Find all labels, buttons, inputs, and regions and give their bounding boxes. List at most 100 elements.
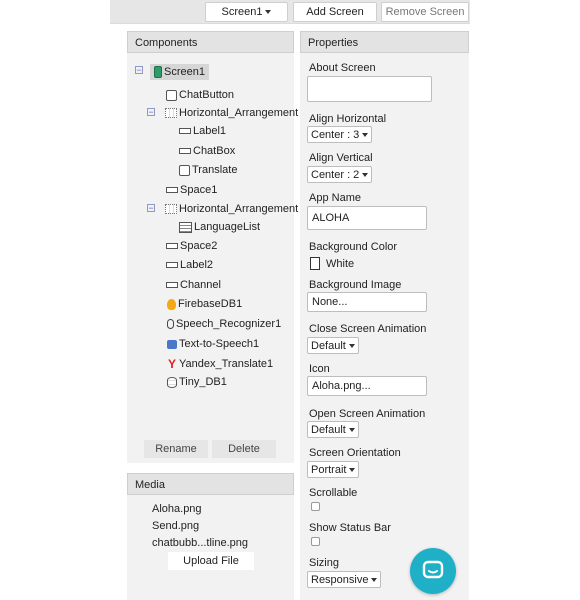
open-screen-animation-value: Default <box>311 423 346 436</box>
media-file[interactable]: Aloha.png <box>152 503 202 515</box>
properties-header: Properties <box>300 31 469 53</box>
screen-select[interactable]: Screen1 <box>205 2 288 22</box>
align-horizontal-value: Center : 3 <box>311 128 360 141</box>
label-icon <box>166 282 178 288</box>
collapse-screen1-icon[interactable]: − <box>135 66 143 75</box>
tree-item-label: ChatBox <box>193 145 236 157</box>
listpicker-icon <box>179 221 192 233</box>
tree-item-space2[interactable]: Space2 <box>166 240 217 252</box>
tree-item-label1[interactable]: Label1 <box>179 125 226 137</box>
media-file[interactable]: chatbubb...tline.png <box>152 537 248 549</box>
tree-item-chatbox[interactable]: ChatBox <box>179 145 235 157</box>
align-vertical-select[interactable]: Center : 2 <box>307 166 373 183</box>
media-header: Media <box>127 473 294 495</box>
chevron-down-icon <box>371 577 378 582</box>
app-name-input[interactable]: ALOHA <box>307 206 427 230</box>
tree-item-label: LanguageList <box>194 221 261 233</box>
rename-button[interactable]: Rename <box>144 440 208 458</box>
tree-item-tiny-db1[interactable]: Tiny_DB1 <box>167 376 227 388</box>
tree-item-languagelist[interactable]: LanguageList <box>179 221 260 233</box>
chevron-down-icon <box>265 10 272 14</box>
show-status-bar-label: Show Status Bar <box>309 522 391 534</box>
tree-item-label: ChatButton <box>179 89 235 101</box>
align-vertical-value: Center : 2 <box>311 168 360 181</box>
tree-item-screen1[interactable]: Screen1 <box>150 64 209 80</box>
components-header: Components <box>127 31 294 53</box>
app-name-label: App Name <box>309 192 361 204</box>
tree-item-translate[interactable]: Translate <box>179 164 237 176</box>
color-swatch[interactable] <box>310 257 320 270</box>
tree-item-label: Space2 <box>180 240 218 252</box>
toolbar: Screen1 Add Screen Remove Screen <box>110 0 470 24</box>
textbox-icon <box>179 148 191 154</box>
sizing-value: Responsive <box>311 573 369 586</box>
screen-orientation-value: Portrait <box>311 463 347 476</box>
align-horizontal-select[interactable]: Center : 3 <box>307 126 373 143</box>
chat-button[interactable] <box>410 548 456 594</box>
screen-icon <box>154 66 162 78</box>
database-icon <box>167 376 177 388</box>
tree-item-chatbutton[interactable]: ChatButton <box>166 89 234 101</box>
delete-button[interactable]: Delete <box>212 440 276 458</box>
chevron-down-icon <box>362 172 369 177</box>
tree-item-horizontal-arrangement-1[interactable]: Horizontal_Arrangement <box>165 107 298 119</box>
open-screen-animation-label: Open Screen Animation <box>309 408 426 420</box>
screen-orientation-label: Screen Orientation <box>309 447 401 459</box>
tree-item-label2[interactable]: Label2 <box>166 259 213 271</box>
label-icon <box>179 128 191 134</box>
tree-item-label: Label1 <box>193 125 227 137</box>
yandex-icon: Y <box>167 357 176 371</box>
chevron-down-icon <box>349 467 356 472</box>
close-screen-animation-select[interactable]: Default <box>307 337 359 354</box>
sizing-label: Sizing <box>309 557 339 569</box>
about-screen-textarea[interactable] <box>307 76 432 102</box>
collapse-harr1-icon[interactable]: − <box>147 108 155 117</box>
microphone-icon <box>167 319 174 329</box>
background-image-input[interactable]: None... <box>307 292 427 312</box>
add-screen-button[interactable]: Add Screen <box>293 2 377 22</box>
show-status-bar-checkbox[interactable] <box>311 537 320 546</box>
background-image-label: Background Image <box>309 279 402 291</box>
screen-orientation-select[interactable]: Portrait <box>307 461 360 478</box>
media-file[interactable]: Send.png <box>152 520 199 532</box>
tree-item-label: Tiny_DB1 <box>179 376 227 388</box>
tree-item-channel[interactable]: Channel <box>166 279 221 291</box>
background-color-label: Background Color <box>309 241 398 253</box>
chevron-down-icon <box>362 132 369 137</box>
tree-item-text-to-speech1[interactable]: Text-to-Speech1 <box>167 338 259 350</box>
horizontal-arrangement-icon <box>165 204 177 214</box>
tree-item-label: Yandex_Translate1 <box>179 358 274 370</box>
tree-item-label: Text-to-Speech1 <box>179 338 260 350</box>
text-to-speech-icon <box>167 339 177 349</box>
align-vertical-label: Align Vertical <box>309 152 373 164</box>
close-screen-animation-value: Default <box>311 339 346 352</box>
tree-item-label: Translate <box>192 164 238 176</box>
background-color-value[interactable]: White <box>326 258 354 270</box>
label-icon <box>166 262 178 268</box>
tree-item-label: Label2 <box>180 259 214 271</box>
tree-item-label: Channel <box>180 279 221 291</box>
tree-item-space1[interactable]: Space1 <box>166 184 217 196</box>
remove-screen-button[interactable]: Remove Screen <box>381 2 469 22</box>
chevron-down-icon <box>348 427 355 432</box>
align-horizontal-label: Align Horizontal <box>309 113 387 125</box>
upload-file-button[interactable]: Upload File <box>168 552 254 570</box>
tree-item-label: Screen1 <box>164 66 205 78</box>
tree-item-label: Speech_Recognizer1 <box>176 318 282 330</box>
tree-item-label: Horizontal_Arrangement <box>179 203 299 215</box>
tree-item-yandex-translate1[interactable]: Y Yandex_Translate1 <box>167 357 273 371</box>
about-screen-label: About Screen <box>309 62 376 74</box>
button-icon <box>179 164 190 176</box>
scrollable-label: Scrollable <box>309 487 358 499</box>
open-screen-animation-select[interactable]: Default <box>307 421 359 438</box>
tree-item-firebasedb1[interactable]: FirebaseDB1 <box>167 298 242 310</box>
tree-item-horizontal-arrangement-2[interactable]: Horizontal_Arrangement <box>165 203 298 215</box>
sizing-select[interactable]: Responsive <box>307 571 382 588</box>
horizontal-arrangement-icon <box>165 108 177 118</box>
tree-item-speech-recognizer1[interactable]: Speech_Recognizer1 <box>167 318 281 330</box>
tree-item-label: Horizontal_Arrangement <box>179 107 299 119</box>
close-screen-animation-label: Close Screen Animation <box>309 323 427 335</box>
collapse-harr2-icon[interactable]: − <box>147 204 155 213</box>
icon-input[interactable]: Aloha.png... <box>307 376 427 396</box>
scrollable-checkbox[interactable] <box>311 502 320 511</box>
